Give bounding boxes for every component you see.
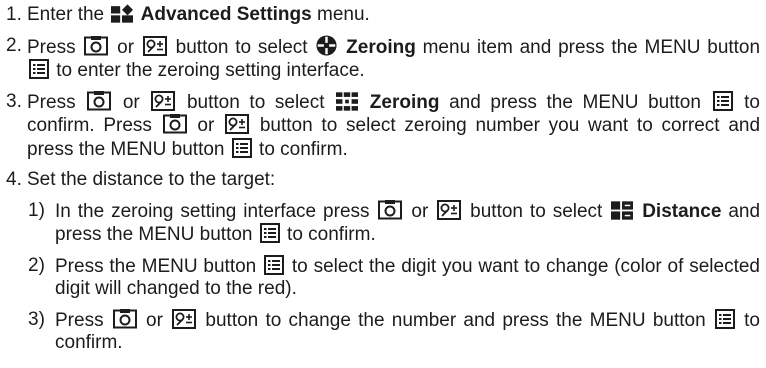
camera-button-icon	[378, 200, 402, 220]
substep-2: 2) Press the MENU button to select the d…	[28, 254, 760, 301]
menu-name: Advanced Settings	[140, 4, 312, 25]
zoom-button-icon	[143, 36, 167, 56]
advanced-settings-icon	[111, 4, 133, 23]
zeroing-crosshair-icon	[316, 35, 337, 56]
menu-button-icon	[715, 309, 735, 329]
substep-text: Press or button to change the number and…	[55, 309, 761, 353]
substep-text: In the zeroing setting interface press o…	[55, 200, 761, 245]
substep-3: 3) Press or button to change the number …	[28, 308, 761, 355]
zoom-button-icon	[151, 91, 175, 111]
menu-button-icon	[232, 138, 252, 158]
menu-button-icon	[264, 255, 284, 275]
step-number: 3.	[6, 90, 22, 112]
step-text: Press or button to select Zeroing menu i…	[27, 35, 761, 81]
zeroing-grid-icon	[336, 92, 358, 111]
zoom-button-icon	[225, 114, 249, 134]
menu-item-name: Distance	[642, 200, 722, 222]
step-text: Set the distance to the target:	[27, 169, 276, 190]
instruction-document: 1. Enter the Advanced Settings menu. 2. …	[0, 0, 760, 355]
menu-item-name: Zeroing	[369, 91, 440, 113]
step-number: 4.	[6, 169, 22, 190]
step-number: 2.	[6, 34, 22, 56]
zoom-button-icon	[172, 309, 196, 329]
distance-icon	[611, 201, 633, 220]
camera-button-icon	[163, 114, 187, 134]
substep-text: Press the MENU button to select the digi…	[55, 255, 760, 299]
substep-number: 3)	[28, 308, 45, 330]
substep-1: 1) In the zeroing setting interface pres…	[28, 199, 761, 247]
menu-button-icon	[260, 223, 280, 243]
step-2: 2. Press or button to select Zeroing men…	[6, 35, 760, 83]
camera-button-icon	[84, 36, 108, 56]
step-text: Press or button to select Zeroing and pr…	[27, 91, 761, 160]
zoom-button-icon	[437, 200, 461, 220]
menu-button-icon	[29, 59, 49, 79]
step-4: 4. Set the distance to the target:	[6, 169, 760, 192]
menu-item-name: Zeroing	[346, 36, 416, 58]
step-1: 1. Enter the Advanced Settings menu.	[6, 4, 760, 27]
camera-button-icon	[87, 91, 111, 111]
camera-button-icon	[113, 309, 137, 329]
step-text: Enter the Advanced Settings menu.	[27, 4, 370, 25]
step-number: 1.	[6, 4, 22, 25]
substep-number: 1)	[28, 199, 45, 221]
substep-number: 2)	[28, 254, 45, 276]
menu-button-icon	[713, 91, 733, 111]
step-3: 3. Press or button to select Zeroing and…	[6, 90, 761, 162]
